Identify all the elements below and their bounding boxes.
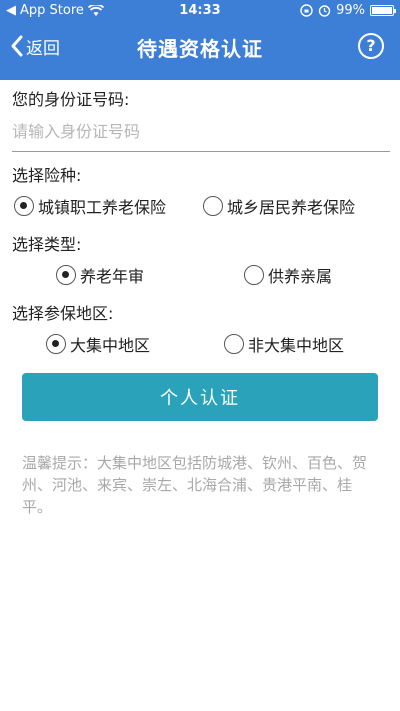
- page-title: 待遇资格认证: [137, 37, 263, 61]
- radio-label: 养老年审: [80, 267, 145, 286]
- personal-auth-button[interactable]: 个人认证: [22, 373, 378, 421]
- battery-icon: [370, 5, 396, 16]
- radio-urban-rural-resident-pension[interactable]: 城乡居民养老保险: [203, 191, 355, 221]
- battery-fill: [372, 7, 392, 14]
- radio-non-centralized-region[interactable]: 非大集中地区: [224, 329, 344, 359]
- radio-circle-checked-icon: [56, 265, 76, 285]
- status-bar: ◀ App Store 14:33 99%: [0, 0, 400, 22]
- radio-circle-icon: [224, 334, 244, 354]
- radio-label: 供养亲属: [268, 267, 333, 286]
- alarm-icon: [318, 5, 331, 17]
- radio-label: 城镇职工养老保险: [38, 198, 167, 217]
- radio-circle-icon: [203, 196, 223, 216]
- insurance-radio-group: 城镇职工养老保险 城乡居民养老保险: [0, 191, 400, 221]
- id-number-input[interactable]: [12, 112, 390, 152]
- insurance-type-label: 选择险种:: [12, 166, 82, 185]
- orientation-lock-icon: [300, 4, 313, 17]
- radio-centralized-region[interactable]: 大集中地区: [46, 329, 150, 359]
- status-right: 99%: [300, 3, 396, 18]
- radio-circle-checked-icon: [14, 196, 34, 216]
- radio-circle-icon: [244, 265, 264, 285]
- radio-label: 城乡居民养老保险: [227, 198, 356, 217]
- radio-dependent-relatives[interactable]: 供养亲属: [244, 260, 332, 290]
- region-label: 选择参保地区:: [12, 304, 114, 323]
- category-radio-group: 养老年审 供养亲属: [0, 260, 400, 290]
- radio-label: 非大集中地区: [248, 336, 345, 355]
- battery-percent: 99%: [336, 3, 365, 18]
- help-button[interactable]: ?: [358, 33, 384, 59]
- radio-pension-annual-review[interactable]: 养老年审: [56, 260, 144, 290]
- radio-circle-checked-icon: [46, 334, 66, 354]
- header: ◀ App Store 14:33 99% 返回 待遇资格认证 ?: [0, 0, 400, 80]
- tip-text: 温馨提示：大集中地区包括防城港、钦州、百色、贺州、河池、来宾、崇左、北海合浦、贵…: [22, 454, 368, 516]
- radio-urban-employee-pension[interactable]: 城镇职工养老保险: [14, 191, 166, 221]
- radio-label: 大集中地区: [70, 336, 151, 355]
- nav-bar: 返回 待遇资格认证 ?: [0, 24, 400, 68]
- region-radio-group: 大集中地区 非大集中地区: [0, 329, 400, 359]
- category-label: 选择类型:: [12, 235, 82, 254]
- id-number-label: 您的身份证号码:: [12, 90, 130, 109]
